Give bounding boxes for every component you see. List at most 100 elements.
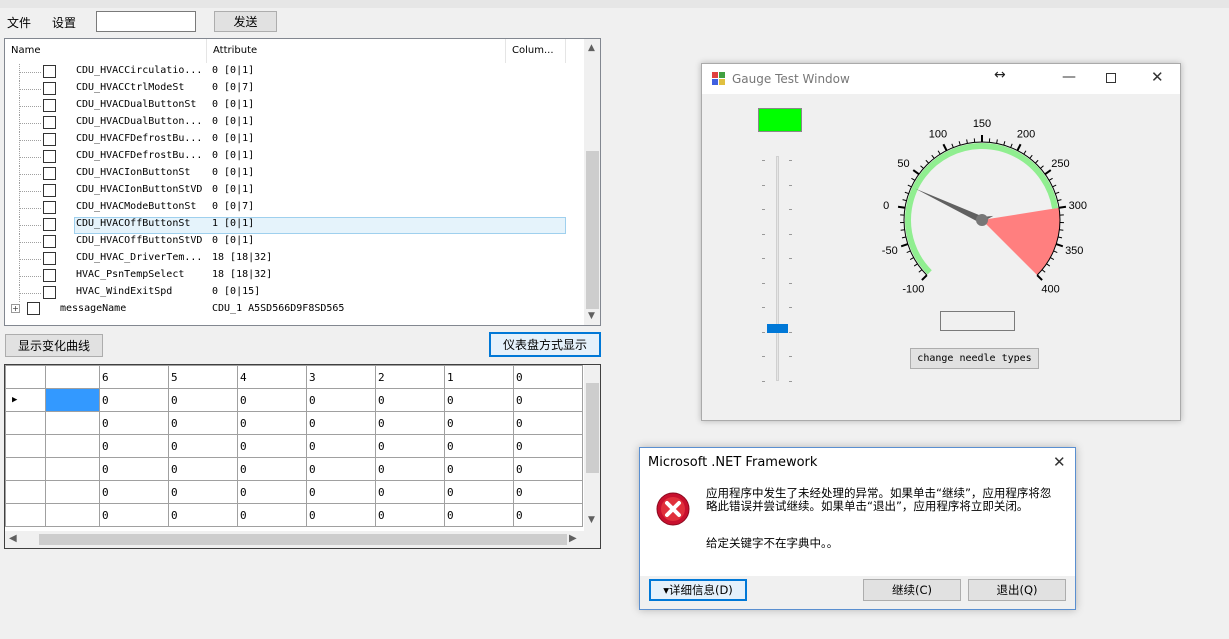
grid-cell[interactable]: 0 [444, 434, 514, 458]
grid-vertical-scrollbar[interactable]: ▼ [584, 365, 600, 532]
expand-toggle-icon[interactable]: + [11, 304, 20, 313]
root-checkbox[interactable] [27, 302, 40, 315]
grid-cell[interactable]: 0 [513, 434, 583, 458]
scroll-down-icon[interactable]: ▼ [588, 311, 595, 321]
send-button[interactable]: 发送 [214, 11, 277, 32]
grid-column-header[interactable]: 5 [168, 365, 238, 389]
grid-vscroll-thumb[interactable] [586, 383, 599, 473]
grid-scroll-left-icon[interactable]: ◀ [9, 533, 17, 544]
grid-cell[interactable]: 0 [237, 411, 307, 435]
grid-scroll-right-icon[interactable]: ▶ [569, 533, 577, 544]
grid-cell[interactable]: 0 [444, 411, 514, 435]
tree-row[interactable]: CDU_HVACCtrlModeSt 0 [0|7] [5, 81, 585, 98]
grid-cell[interactable] [45, 503, 100, 527]
row-checkbox[interactable] [43, 133, 56, 146]
grid-cell[interactable] [45, 457, 100, 481]
grid-cell[interactable]: 0 [237, 457, 307, 481]
grid-cell[interactable]: 0 [168, 503, 238, 527]
grid-cell[interactable]: 0 [237, 503, 307, 527]
menu-file[interactable]: 文件 [7, 14, 31, 31]
grid-column-header[interactable]: 3 [306, 365, 376, 389]
grid-cell[interactable]: 0 [99, 434, 169, 458]
tree-row[interactable]: CDU_HVACDualButton... 0 [0|1] [5, 115, 585, 132]
grid-cell[interactable]: 0 [168, 457, 238, 481]
tree-row[interactable]: CDU_HVACFDefrostBu... 0 [0|1] [5, 132, 585, 149]
row-header[interactable] [5, 434, 46, 458]
grid-row[interactable]: 0000000 [5, 503, 583, 527]
grid-cell[interactable] [45, 480, 100, 504]
row-checkbox[interactable] [43, 269, 56, 282]
grid-cell[interactable]: 0 [306, 503, 376, 527]
grid-horizontal-scrollbar[interactable]: ◀ ▶ [5, 531, 600, 548]
row-header[interactable] [5, 480, 46, 504]
row-checkbox[interactable] [43, 167, 56, 180]
grid-cell[interactable]: 0 [168, 388, 238, 412]
row-checkbox[interactable] [43, 99, 56, 112]
grid-cell[interactable]: 0 [168, 434, 238, 458]
grid-cell[interactable]: 0 [375, 411, 445, 435]
scroll-up-icon[interactable]: ▲ [588, 43, 595, 53]
grid-cell[interactable]: 0 [513, 411, 583, 435]
bit-data-grid[interactable]: 6 5 4 3 2 1 0 ▶ 0 0 0 0 0 0 0 0 0 0 0 0 0 0 0 0 0 0 0 0 0 0 0 0 0 0 0 0 0 0 0 0… [4, 364, 601, 549]
grid-cell[interactable]: 0 [513, 503, 583, 527]
grid-column-header[interactable] [45, 365, 100, 389]
show-gauge-button[interactable]: 仪表盘方式显示 [489, 332, 601, 357]
gauge-value-readout[interactable] [940, 311, 1015, 331]
maximize-icon[interactable] [1106, 73, 1116, 83]
grid-cell[interactable]: 0 [444, 503, 514, 527]
grid-cell[interactable] [45, 411, 100, 435]
change-needle-types-button[interactable]: change needle types [910, 348, 1039, 369]
column-header-attribute[interactable]: Attribute [207, 39, 506, 63]
tree-row[interactable]: CDU_HVACDualButtonSt 0 [0|1] [5, 98, 585, 115]
row-header[interactable] [5, 457, 46, 481]
row-checkbox[interactable] [43, 116, 56, 129]
details-button[interactable]: ▾详细信息(D) [649, 579, 747, 601]
tree-row[interactable]: CDU_HVACCirculatio... 0 [0|1] [5, 64, 585, 81]
grid-cell[interactable]: 0 [306, 388, 376, 412]
slider-thumb[interactable] [767, 324, 788, 334]
grid-cell[interactable] [45, 388, 100, 412]
show-curve-button[interactable]: 显示变化曲线 [5, 334, 103, 357]
row-checkbox[interactable] [43, 201, 56, 214]
grid-column-header[interactable]: 2 [375, 365, 445, 389]
grid-cell[interactable]: 0 [375, 434, 445, 458]
row-header[interactable] [5, 411, 46, 435]
grid-row[interactable]: 0000000 [5, 457, 583, 481]
grid-column-header[interactable]: 4 [237, 365, 307, 389]
grid-column-header[interactable]: 0 [513, 365, 583, 389]
tree-row[interactable]: CDU_HVACOffButtonSt 1 [0|1] [5, 217, 585, 234]
grid-cell[interactable]: 0 [513, 388, 583, 412]
tree-row[interactable]: CDU_HVAC_DriverTem... 18 [18|32] [5, 251, 585, 268]
grid-row[interactable]: 0000000 [5, 434, 583, 458]
grid-cell[interactable]: 0 [513, 480, 583, 504]
close-icon[interactable]: ✕ [1151, 68, 1164, 86]
tree-row[interactable]: CDU_HVACOffButtonStVD 0 [0|1] [5, 234, 585, 251]
grid-cell[interactable]: 0 [237, 388, 307, 412]
vertical-slider[interactable] [762, 156, 792, 382]
grid-row[interactable]: ▶ 0 0 0 0 0 0 0 [5, 388, 583, 412]
column-header-name[interactable]: Name [5, 39, 207, 63]
dialog-close-icon[interactable]: ✕ [1053, 453, 1066, 471]
grid-row[interactable]: 0000000 [5, 411, 583, 435]
continue-button[interactable]: 继续(C) [863, 579, 961, 601]
grid-cell[interactable]: 0 [168, 411, 238, 435]
quit-button[interactable]: 退出(Q) [968, 579, 1066, 601]
row-checkbox[interactable] [43, 82, 56, 95]
grid-cell[interactable]: 0 [375, 457, 445, 481]
tree-row[interactable]: CDU_HVACFDefrostBu... 0 [0|1] [5, 149, 585, 166]
grid-cell[interactable]: 0 [99, 457, 169, 481]
grid-cell[interactable]: 0 [375, 388, 445, 412]
grid-cell[interactable]: 0 [168, 480, 238, 504]
row-header[interactable]: ▶ [5, 388, 46, 412]
row-checkbox[interactable] [43, 252, 56, 265]
row-checkbox[interactable] [43, 184, 56, 197]
row-checkbox[interactable] [43, 65, 56, 78]
grid-cell[interactable]: 0 [375, 503, 445, 527]
signal-tree-list[interactable]: Name Attribute Colum... CDU_HVACCirculat… [4, 38, 601, 326]
grid-cell[interactable]: 0 [306, 457, 376, 481]
grid-cell[interactable] [45, 434, 100, 458]
grid-cell[interactable]: 0 [306, 411, 376, 435]
grid-cell[interactable]: 0 [444, 480, 514, 504]
grid-cell[interactable]: 0 [237, 434, 307, 458]
row-checkbox[interactable] [43, 235, 56, 248]
